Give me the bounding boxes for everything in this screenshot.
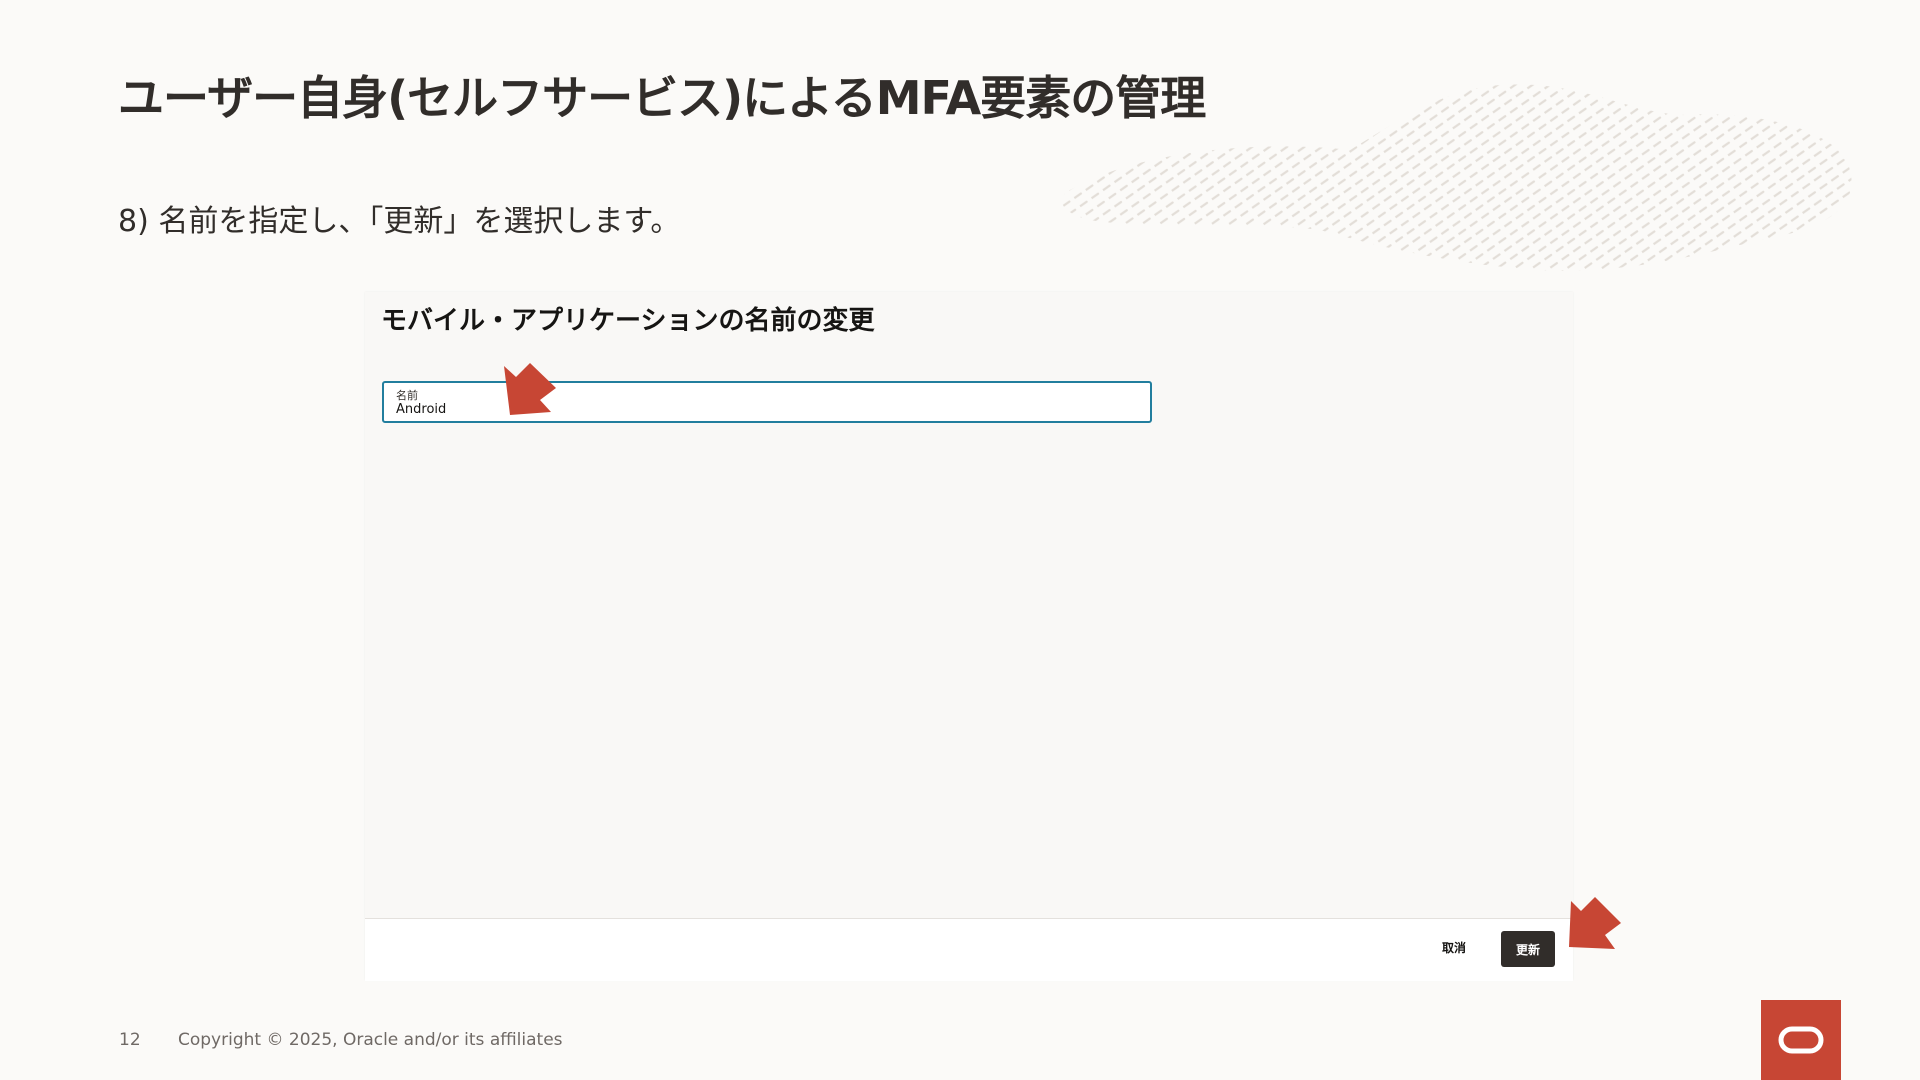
dialog-title: モバイル・アプリケーションの名前の変更 [381, 306, 875, 336]
dialog-footer: 取消 更新 [365, 918, 1573, 981]
oracle-logo-icon [1761, 1000, 1841, 1080]
slide: ユーザー自身(セルフサービス)によるMFA要素の管理 8) 名前を指定し、「更新… [0, 0, 1920, 1080]
copyright-text: Copyright © 2025, Oracle and/or its affi… [178, 1030, 563, 1050]
cancel-button[interactable]: 取消 [1442, 939, 1466, 956]
arrow-pointer-icon [504, 363, 556, 415]
name-field-label: 名前 [396, 389, 418, 402]
step-instruction: 8) 名前を指定し、「更新」を選択します。 [118, 204, 681, 239]
update-button[interactable]: 更新 [1501, 931, 1555, 967]
slide-title: ユーザー自身(セルフサービス)によるMFA要素の管理 [118, 71, 1206, 125]
page-number: 12 [119, 1030, 141, 1050]
name-field-value[interactable]: Android [396, 402, 446, 417]
name-input[interactable]: 名前 Android [382, 381, 1152, 423]
decorative-texture [1061, 84, 1852, 271]
arrow-pointer-icon [1569, 897, 1621, 949]
oracle-logo-mark [1778, 1026, 1824, 1054]
